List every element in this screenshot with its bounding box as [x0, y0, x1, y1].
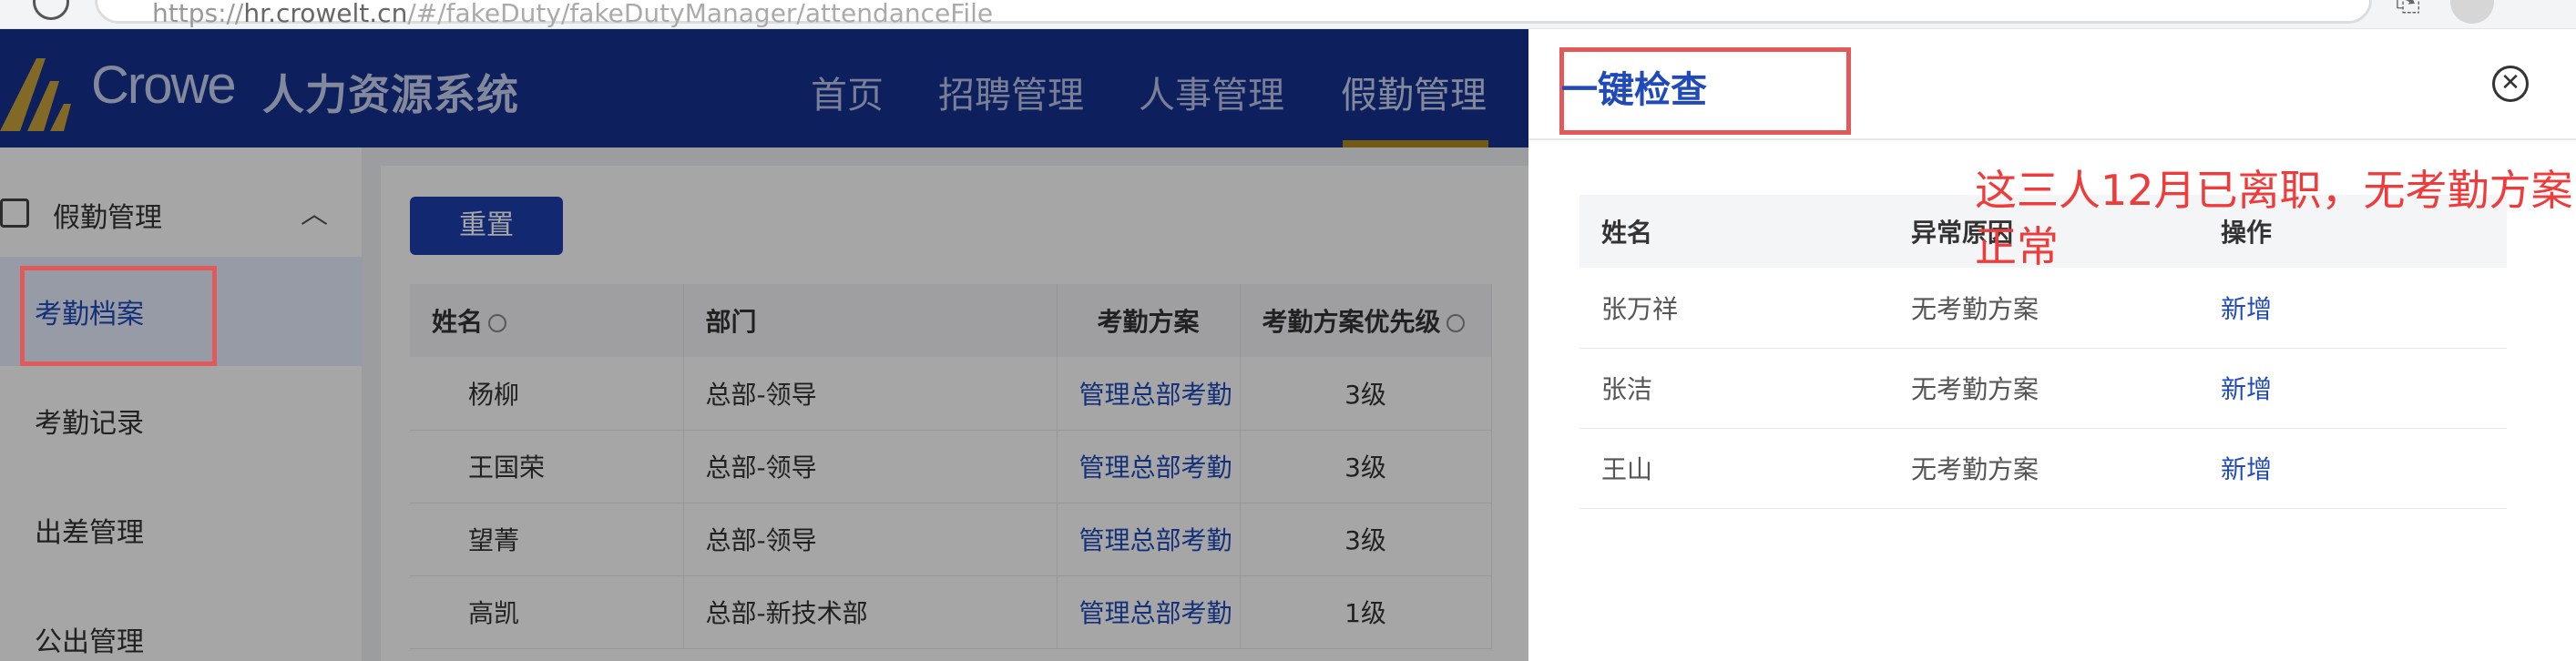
annotation-highlight-box [20, 266, 217, 366]
annotation-note: 这三人12月已离职，无考勤方案正常 [1975, 166, 2573, 271]
add-button[interactable]: 新增 [2199, 428, 2507, 509]
url-host: hr.crowelt.cn [243, 0, 408, 28]
one-click-check-drawer: 一键检查 ✕ 姓名 异常原因 操作 张万祥 无考勤方案 新增 张洁 无考勤方案 … [1528, 29, 2576, 661]
cell-reason: 无考勤方案 [1889, 348, 2199, 429]
cell-name: 张万祥 [1579, 268, 1889, 349]
cell-name: 张洁 [1579, 348, 1889, 429]
url-scheme: https:// [152, 0, 244, 28]
drawer-overlay-mask[interactable] [0, 29, 1528, 661]
table-row: 张洁 无考勤方案 新增 [1579, 348, 2507, 429]
close-icon[interactable]: ✕ [2492, 66, 2529, 102]
cell-reason: 无考勤方案 [1889, 268, 2199, 349]
add-button[interactable]: 新增 [2199, 268, 2507, 349]
drawer-divider [1528, 138, 2576, 140]
browser-toolbar: https://hr.crowelt.cn/#/fakeDuty/fakeDut… [0, 0, 2576, 29]
table-row: 张万祥 无考勤方案 新增 [1579, 268, 2507, 349]
url-text[interactable]: https://hr.crowelt.cn/#/fakeDuty/fakeDut… [152, 1, 993, 26]
url-path: /#/fakeDuty/fakeDutyManager/attendanceFi… [407, 0, 994, 28]
cell-reason: 无考勤方案 [1889, 428, 2199, 509]
add-button[interactable]: 新增 [2199, 348, 2507, 429]
reading-list-icon[interactable]: ⎘ [2396, 0, 2420, 18]
column-header-name: 姓名 [1579, 195, 1889, 268]
drawer-title: 一键检查 [1561, 69, 1707, 111]
profile-avatar[interactable] [2450, 0, 2494, 24]
address-bar[interactable]: https://hr.crowelt.cn/#/fakeDuty/fakeDut… [95, 0, 2372, 26]
cell-name: 王山 [1579, 428, 1889, 509]
table-row: 王山 无考勤方案 新增 [1579, 428, 2507, 509]
site-info-icon[interactable] [33, 0, 69, 20]
